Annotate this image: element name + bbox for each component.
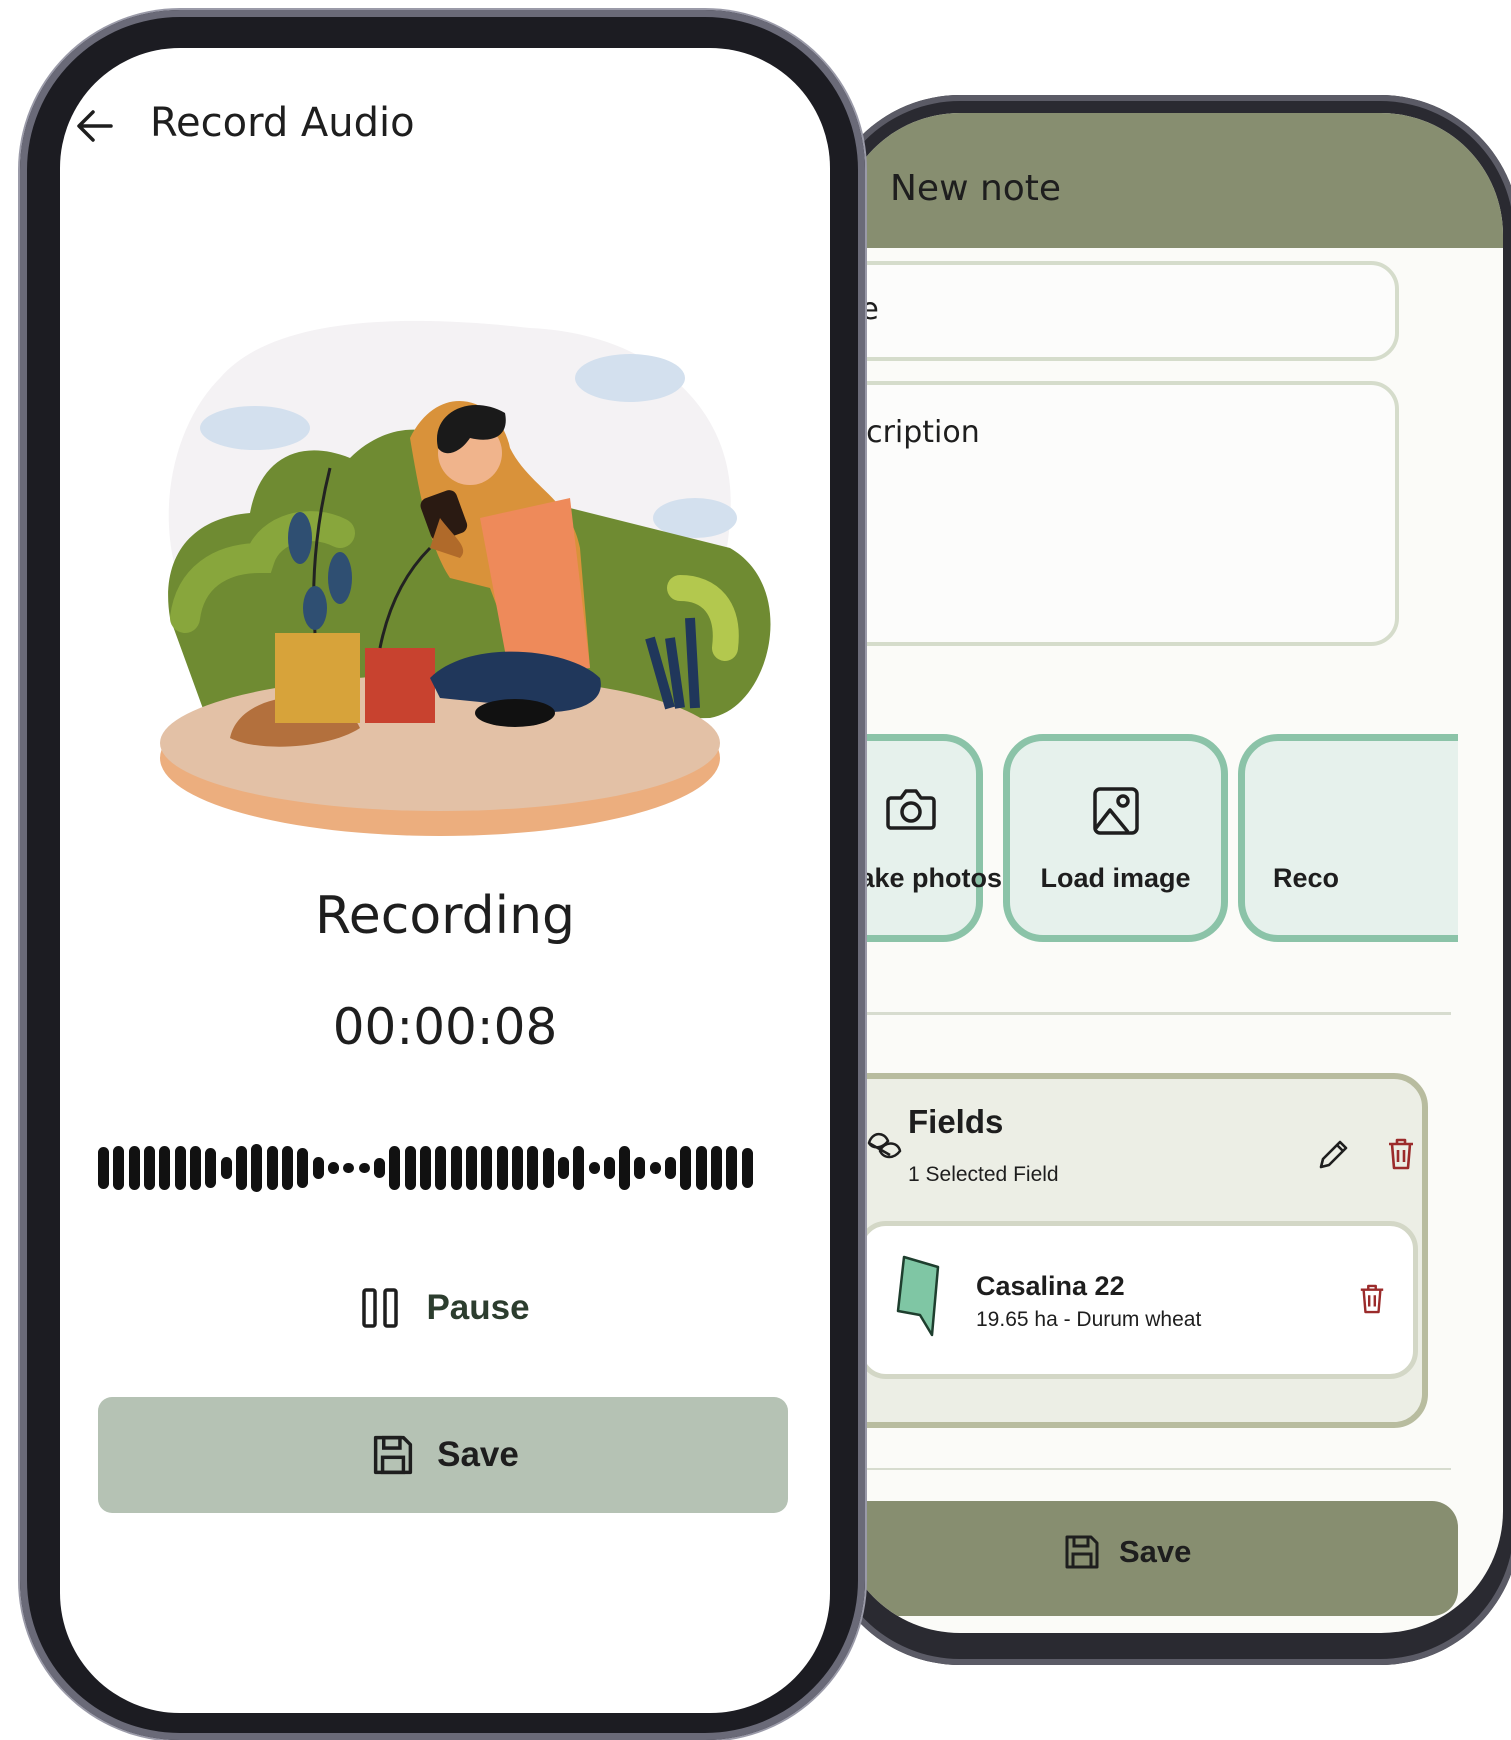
edit-pencil-icon[interactable] [1316,1138,1350,1172]
waveform-bar [312,1157,324,1179]
waveform-bar [281,1146,293,1190]
title-field[interactable]: itle [838,261,1399,361]
waveform-bar [481,1146,493,1190]
waveform-bar [143,1146,155,1190]
waveform-bar [634,1157,646,1179]
camera-icon [885,789,936,830]
waveform-bar [419,1146,431,1190]
waveform-bar [343,1163,355,1173]
waveform-bar [189,1146,201,1190]
field-name: Casalina 22 [976,1271,1125,1301]
gardener-illustration [160,320,771,836]
waveform-bar [680,1146,692,1190]
new-note-save-content: Save [1063,1533,1191,1571]
waveform-bar [297,1148,309,1188]
waveform-bar [603,1157,615,1179]
record-save-label: Save [437,1435,519,1474]
load-image-button[interactable]: Load image [1003,734,1228,942]
waveform-bar [174,1146,186,1190]
field-meta: 19.65 ha - Durum wheat [976,1308,1202,1331]
record-audio-screen: Record Audio Recording 00:00:08 Pause Sa… [60,48,830,1713]
waveform-bar [450,1146,462,1190]
delete-field-icon[interactable] [1358,1283,1386,1315]
save-icon [374,1435,413,1475]
leaves-icon [867,1132,902,1159]
waveform-bar [649,1162,661,1174]
waveform-bar [542,1148,554,1188]
fields-subtitle: 1 Selected Field [908,1163,1059,1186]
new-note-screen: New note itle escription Take photos Loa… [838,113,1503,1633]
waveform-bar [511,1146,523,1190]
waveform-bar [557,1157,569,1179]
waveform-bar [327,1162,339,1174]
load-image-label: Load image [1040,863,1191,893]
field-shape-icon [896,1255,940,1337]
waveform-bar [389,1146,401,1190]
waveform-bar [205,1148,217,1188]
description-field[interactable]: escription [838,381,1399,646]
waveform-bar [220,1157,232,1179]
save-icon [1065,1535,1099,1569]
waveform-bar [665,1157,677,1179]
recording-status: Recording [314,886,576,946]
record-save-content: Save [60,1433,830,1477]
waveform-bar [527,1146,539,1190]
new-note-save-label: Save [1119,1534,1192,1569]
pause-label: Pause [426,1288,530,1327]
waveform-bar [588,1162,600,1174]
waveform-bar [373,1158,385,1178]
page-title: New note [890,168,1062,209]
waveform-bar [358,1163,370,1173]
fields-title: Fields [908,1103,1004,1140]
waveform-bar [619,1146,631,1190]
audio-waveform [98,1143,753,1193]
waveform-bar [496,1146,508,1190]
divider [838,1012,1451,1015]
page-title: Record Audio [150,100,415,146]
pause-icon [362,1288,399,1328]
waveform-bar [251,1144,263,1192]
waveform-bar [695,1146,707,1190]
waveform-bar [128,1146,140,1190]
image-icon [1092,787,1139,835]
waveform-bar [235,1146,247,1190]
waveform-bar [711,1146,723,1190]
waveform-bar [98,1147,109,1189]
waveform-bar [741,1148,753,1188]
pause-button[interactable]: Pause [60,1286,830,1330]
waveform-bar [159,1146,171,1190]
card-overflow-mask [1458,713,1503,963]
waveform-bar [266,1146,278,1190]
waveform-bar [465,1146,477,1190]
recording-timer: 00:00:08 [332,998,558,1056]
divider-bottom [838,1468,1451,1470]
waveform-bar [435,1146,447,1190]
back-arrow-icon[interactable] [75,108,115,144]
delete-fields-icon[interactable] [1386,1137,1416,1171]
waveform-bar [404,1146,416,1190]
waveform-bar [573,1146,585,1190]
waveform-bar [726,1146,738,1190]
waveform-bar [113,1146,125,1190]
